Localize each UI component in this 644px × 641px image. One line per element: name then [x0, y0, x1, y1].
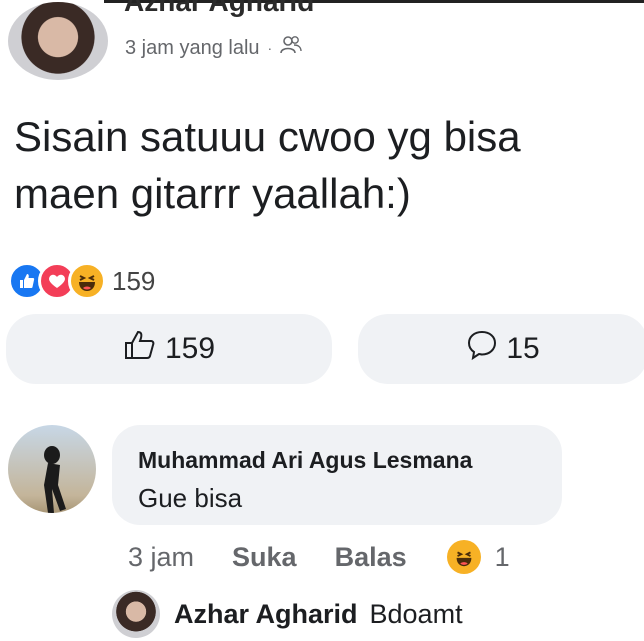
- comment-like-link[interactable]: Suka: [232, 542, 297, 573]
- comment-count: 15: [506, 332, 540, 365]
- post-time[interactable]: 3 jam yang lalu: [125, 37, 260, 60]
- like-button[interactable]: 159: [6, 314, 332, 384]
- reply-author-name[interactable]: Azhar Agharid: [174, 599, 358, 630]
- comment-time[interactable]: 3 jam: [128, 542, 194, 573]
- post-meta: 3 jam yang lalu ·: [125, 35, 302, 61]
- friends-icon: [280, 35, 302, 61]
- reaction-count: 159: [112, 265, 156, 296]
- reaction-summary[interactable]: 159: [8, 262, 155, 300]
- comment-reply-link[interactable]: Balas: [335, 542, 407, 573]
- comment-actions: 3 jam Suka Balas 1: [128, 540, 510, 574]
- meta-separator: ·: [267, 40, 273, 56]
- post-author-name[interactable]: Azhar Agharid: [124, 0, 314, 18]
- comment-reaction-count: 1: [494, 541, 510, 572]
- reply-preview[interactable]: Azhar Agharid Bdoamt: [112, 590, 463, 638]
- post-text: Sisain satuuu cwoo yg bisa maen gitarrr …: [14, 113, 521, 217]
- comment-button[interactable]: 15: [358, 314, 644, 384]
- haha-reaction-icon: [68, 262, 106, 300]
- comment-icon: [466, 329, 498, 369]
- reply-text: Bdoamt: [369, 598, 463, 629]
- author-avatar[interactable]: [8, 2, 108, 80]
- comment-text: Gue bisa: [138, 483, 243, 513]
- comment-bubble: Muhammad Ari Agus Lesmana Gue bisa: [112, 425, 562, 525]
- commenter-avatar[interactable]: [8, 425, 96, 513]
- thumbs-up-icon: [123, 329, 157, 369]
- comment-author-name[interactable]: Muhammad Ari Agus Lesmana: [138, 447, 472, 474]
- haha-reaction-icon[interactable]: [446, 540, 481, 574]
- reply-author-avatar[interactable]: [112, 590, 160, 638]
- like-count: 159: [164, 332, 216, 365]
